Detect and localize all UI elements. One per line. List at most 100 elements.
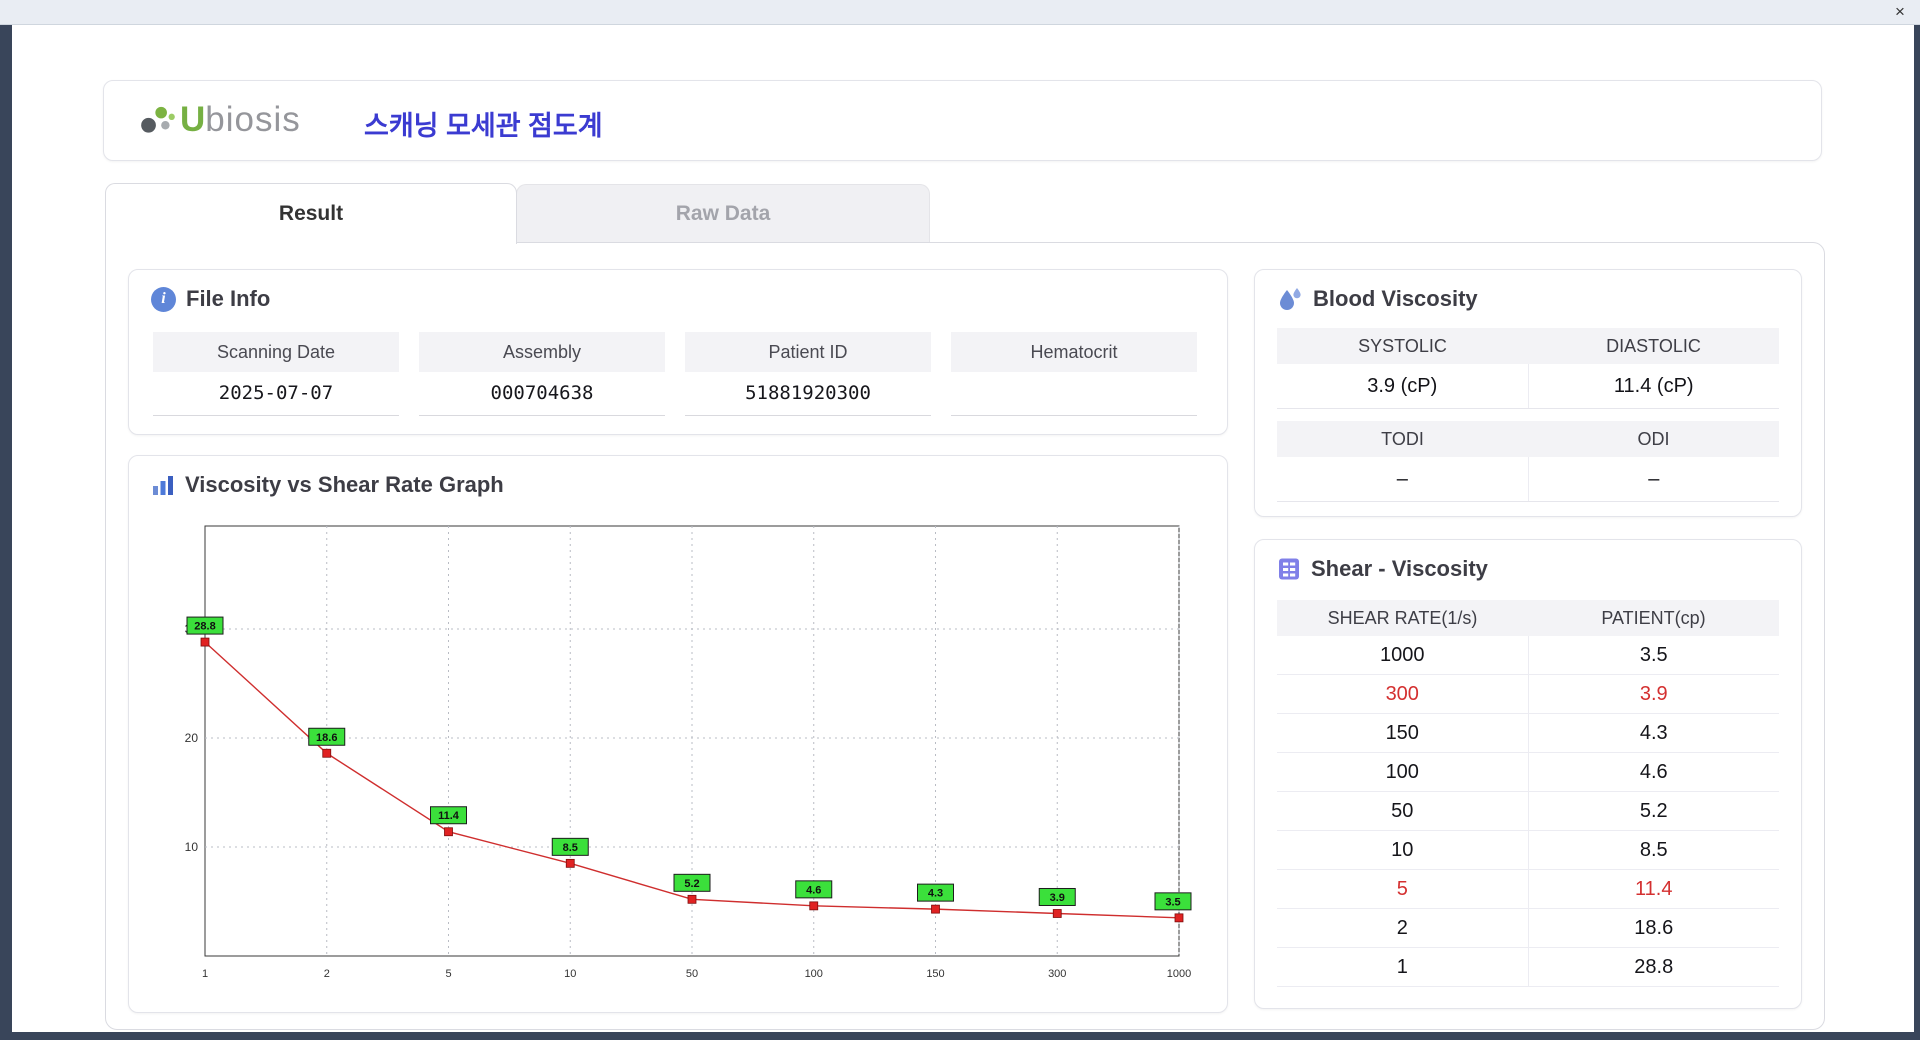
chart-point-label: 11.4 [438,810,460,822]
field-label: Patient ID [685,332,931,372]
field-scanning-date: Scanning Date 2025-07-07 [153,332,399,416]
shear-table-body: 1000 3.5 300 3.9 150 4.3 100 4.6 50 5.2 10 8.5 5 11.4… [1277,636,1779,987]
patient-viscosity-cell: 8.5 [1639,839,1668,861]
x-tick-label: 1000 [1167,968,1191,980]
x-tick-label: 50 [686,968,698,980]
file-info-fields: Scanning Date 2025-07-07 Assembly 000704… [153,332,1197,416]
content-panel: i File Info Scanning Date 2025-07-07 Ass… [105,242,1825,1030]
chart-point-label: 18.6 [316,732,337,744]
chart-point-label: 3.5 [1165,896,1180,908]
chart-point-label: 28.8 [194,621,215,633]
chart-marker [687,894,697,904]
systolic-value: 3.9 (cP) [1277,364,1529,408]
brand-logo: Ubiosis [138,94,301,146]
file-info-header: i File Info [151,286,270,312]
table-row: 1000 3.5 [1277,636,1779,675]
diastolic-label: DIASTOLIC [1606,336,1701,356]
x-tick-label: 300 [1048,968,1066,980]
tab-result[interactable]: Result [105,183,517,244]
shear-rate-cell: 150 [1277,714,1529,752]
titlebar: × [0,0,1920,25]
tab-rawdata[interactable]: Raw Data [516,184,930,242]
chart-point-label: 3.9 [1050,892,1065,904]
bar-chart-icon [151,473,175,497]
chart-marker [200,637,210,647]
shear-viscosity-title: Shear - Viscosity [1311,556,1488,581]
shear-viscosity-card: Shear - Viscosity SHEAR RATE(1/s) PATIEN… [1254,539,1802,1009]
shear-rate-cell: 5 [1277,870,1529,908]
table-row: 2 18.6 [1277,909,1779,948]
patient-viscosity-cell: 4.3 [1639,722,1668,744]
field-label: Hematocrit [951,332,1197,372]
tab-result-label: Result [278,202,344,225]
todi-value: – [1277,457,1529,501]
chart-marker [1174,913,1184,923]
table-row: 50 5.2 [1277,792,1779,831]
shear-rate-header: SHEAR RATE(1/s) [1327,608,1478,628]
field-value: 51881920300 [685,372,931,416]
file-info-card: i File Info Scanning Date 2025-07-07 Ass… [128,269,1228,435]
patient-viscosity-cell: 3.5 [1639,644,1668,666]
shear-rate-cell: 1 [1277,948,1529,986]
odi-label: ODI [1637,429,1670,449]
logo-leaf-icon [141,106,175,133]
field-assembly: Assembly 000704638 [419,332,665,416]
blood-viscosity-header: Blood Viscosity [1277,286,1478,312]
blood-viscosity-title: Blood Viscosity [1313,286,1478,311]
shear-rate-cell: 50 [1277,792,1529,830]
graph-card: Viscosity vs Shear Rate Graph 1020301251… [128,455,1228,1013]
x-tick-label: 100 [805,968,823,980]
y-tick-label: 20 [185,731,199,745]
patient-viscosity-cell: 28.8 [1634,956,1674,978]
shear-rate-cell: 300 [1277,675,1529,713]
chart-marker [1052,909,1062,918]
droplets-icon [1277,286,1303,312]
odi-value: – [1648,468,1660,490]
viscosity-chart: 1020301251050100150300100028.818.611.48.… [163,514,1193,994]
x-tick-label: 1 [202,968,208,980]
systolic-label: SYSTOLIC [1358,336,1447,356]
field-value: 000704638 [419,372,665,416]
blood-viscosity-table: SYSTOLIC DIASTOLIC 3.9 (cP) 11.4 (cP) TO… [1277,328,1779,502]
chart-point-label: 4.3 [928,888,943,900]
shear-rate-cell: 2 [1277,909,1529,947]
blood-viscosity-card: Blood Viscosity SYSTOLIC DIASTOLIC 3.9 (… [1254,269,1802,517]
tab-rawdata-label: Raw Data [675,202,771,225]
patient-header: PATIENT(cp) [1601,608,1706,628]
field-patient-id: Patient ID 51881920300 [685,332,931,416]
table-row: 100 4.6 [1277,753,1779,792]
x-tick-label: 2 [324,968,330,980]
chart-svg: 1020301251050100150300100028.818.611.48.… [185,525,1192,980]
shear-rate-cell: 1000 [1277,636,1529,674]
close-icon[interactable]: × [1888,0,1912,24]
field-value: 2025-07-07 [153,372,399,416]
table-row: 10 8.5 [1277,831,1779,870]
bv-value-row: 3.9 (cP) 11.4 (cP) [1277,364,1779,409]
chart-point-label: 5.2 [684,878,699,890]
diastolic-value: 11.4 (cP) [1613,375,1694,397]
chart-marker [565,858,575,868]
patient-viscosity-cell: 3.9 [1639,683,1668,705]
patient-viscosity-cell: 11.4 [1635,878,1673,900]
logo-text-rest: biosis [205,100,301,139]
patient-viscosity-cell: 4.6 [1639,761,1668,783]
chart-marker [809,901,819,911]
chart-point-label: 8.5 [563,842,578,854]
page-title: 스캐닝 모세관 점도계 [364,111,603,141]
header-card: Ubiosis 스캐닝 모세관 점도계 [103,80,1822,161]
bv-header-row: SYSTOLIC DIASTOLIC [1277,328,1779,364]
patient-viscosity-cell: 5.2 [1639,800,1668,822]
field-label: Assembly [419,332,665,372]
bv-value-row: – – [1277,457,1779,502]
field-value [951,372,1197,416]
app-window: Ubiosis 스캐닝 모세관 점도계 Result Raw Data i Fi… [12,24,1914,1032]
x-tick-label: 150 [926,968,944,980]
graph-title: Viscosity vs Shear Rate Graph [185,472,504,497]
table-row: 1 28.8 [1277,948,1779,987]
shear-viscosity-header: Shear - Viscosity [1277,556,1488,582]
x-tick-label: 10 [564,968,576,980]
chart-marker [322,748,332,758]
table-row: 5 11.4 [1277,870,1779,909]
field-label: Scanning Date [153,332,399,372]
shear-rate-cell: 10 [1277,831,1529,869]
